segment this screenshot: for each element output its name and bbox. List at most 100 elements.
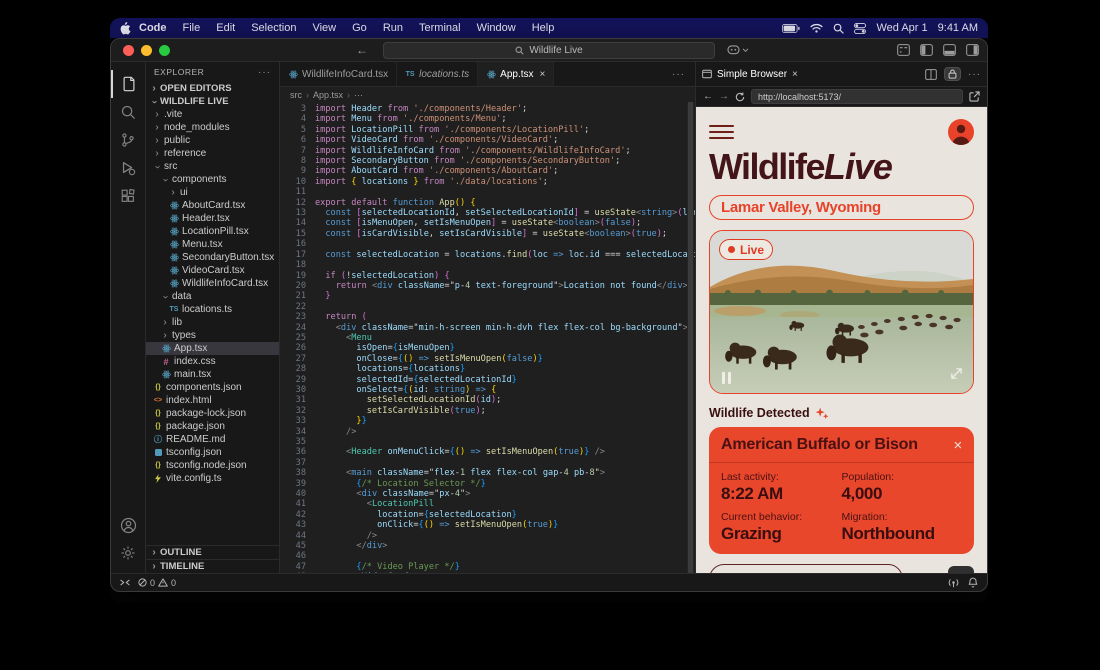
menu-item-edit[interactable]: Edit bbox=[208, 22, 243, 34]
menu-item-run[interactable]: Run bbox=[375, 22, 411, 34]
more-actions-icon[interactable]: ··· bbox=[968, 69, 981, 80]
tree-item-menu-tsx[interactable]: Menu.tsx bbox=[146, 238, 279, 251]
fullscreen-expand-button[interactable] bbox=[950, 367, 963, 385]
window-minimize-button[interactable] bbox=[141, 45, 152, 56]
run-debug-icon[interactable] bbox=[111, 154, 146, 182]
menu-item-code[interactable]: Code bbox=[131, 22, 175, 34]
browser-back-icon[interactable]: ← bbox=[703, 91, 713, 102]
tree-item-main-tsx[interactable]: main.tsx bbox=[146, 368, 279, 381]
code-line[interactable]: 30 onSelect={(id: string) => { bbox=[280, 385, 695, 395]
control-center-icon[interactable] bbox=[854, 23, 866, 34]
code-line[interactable]: 41 <LocationPill bbox=[280, 499, 695, 509]
tab-wildlifeinfocard-tsx[interactable]: WildlifeInfoCard.tsx bbox=[280, 62, 397, 86]
tree-item-locationpill-tsx[interactable]: LocationPill.tsx bbox=[146, 225, 279, 238]
code-line[interactable]: 36 <Header onMenuClick={() => setIsMenuO… bbox=[280, 447, 695, 457]
menu-item-file[interactable]: File bbox=[175, 22, 209, 34]
workspace-root-section[interactable]: › WILDLIFE LIVE bbox=[146, 95, 279, 108]
code-line[interactable]: 33 }} bbox=[280, 416, 695, 426]
code-line[interactable]: 18 bbox=[280, 260, 695, 270]
code-line[interactable]: 5import LocationPill from './components/… bbox=[280, 125, 695, 135]
code-line[interactable]: 35 bbox=[280, 437, 695, 447]
code-line[interactable]: 25 <Menu bbox=[280, 333, 695, 343]
location-pill-button[interactable]: Lamar Valley, Wyoming bbox=[709, 195, 974, 220]
tree-item-package-json[interactable]: {}package.json bbox=[146, 420, 279, 433]
code-line[interactable]: 17 const selectedLocation = locations.fi… bbox=[280, 250, 695, 260]
account-icon[interactable] bbox=[111, 511, 146, 539]
code-line[interactable]: 43 onClick={() => setIsMenuOpen(true)} bbox=[280, 520, 695, 530]
code-line[interactable]: 46 bbox=[280, 551, 695, 561]
menu-item-view[interactable]: View bbox=[304, 22, 344, 34]
remote-indicator[interactable] bbox=[120, 578, 130, 587]
tab-locations-ts[interactable]: TSlocations.ts bbox=[397, 62, 478, 86]
code-line[interactable]: 44 /> bbox=[280, 531, 695, 541]
code-line[interactable]: 23 return ( bbox=[280, 312, 695, 322]
source-control-icon[interactable] bbox=[111, 126, 146, 154]
tree-item-secondarybutton-tsx[interactable]: SecondaryButton.tsx bbox=[146, 251, 279, 264]
floating-widget-button[interactable] bbox=[948, 566, 974, 573]
battery-icon[interactable] bbox=[782, 24, 800, 33]
code-line[interactable]: 3import Header from './components/Header… bbox=[280, 104, 695, 114]
menu-time[interactable]: 9:41 AM bbox=[938, 22, 978, 34]
code-line[interactable]: 16 bbox=[280, 239, 695, 249]
breadcrumb-item-src[interactable]: src bbox=[290, 90, 302, 100]
code-line[interactable]: 4import Menu from './components/Menu'; bbox=[280, 114, 695, 124]
code-line[interactable]: 19 if (!selectedLocation) { bbox=[280, 271, 695, 281]
code-line[interactable]: 45 </div> bbox=[280, 541, 695, 551]
code-line[interactable]: 24 <div className="min-h-screen min-h-dv… bbox=[280, 323, 695, 333]
close-icon[interactable]: × bbox=[953, 437, 962, 454]
code-line[interactable]: 9import AboutCard from './components/Abo… bbox=[280, 166, 695, 176]
code-editor[interactable]: 3import Header from './components/Header… bbox=[280, 102, 695, 573]
split-editor-icon[interactable] bbox=[925, 69, 937, 80]
tree-item-src[interactable]: ›src bbox=[146, 160, 279, 173]
tree-item-wildlifeinfocard-tsx[interactable]: WildlifeInfoCard.tsx bbox=[146, 277, 279, 290]
open-external-icon[interactable] bbox=[969, 91, 980, 102]
timeline-section[interactable]: › TIMELINE bbox=[146, 559, 279, 573]
editor-scrollbar[interactable] bbox=[687, 102, 694, 573]
tree-item-types[interactable]: ›types bbox=[146, 329, 279, 342]
code-line[interactable]: 21 } bbox=[280, 291, 695, 301]
code-line[interactable]: 26 isOpen={isMenuOpen} bbox=[280, 343, 695, 353]
explorer-more-actions-icon[interactable]: ··· bbox=[258, 67, 271, 78]
tree-item-vite[interactable]: ›.vite bbox=[146, 108, 279, 121]
tree-item-components-json[interactable]: {}components.json bbox=[146, 381, 279, 394]
tree-item-readme-md[interactable]: ⓘREADME.md bbox=[146, 433, 279, 446]
copilot-button[interactable] bbox=[727, 45, 749, 56]
menu-item-help[interactable]: Help bbox=[524, 22, 563, 34]
tree-item-app-tsx[interactable]: App.tsx bbox=[146, 342, 279, 355]
close-icon[interactable]: × bbox=[540, 69, 546, 80]
toggle-primary-sidebar-icon[interactable] bbox=[920, 44, 933, 56]
tree-item-aboutcard-tsx[interactable]: AboutCard.tsx bbox=[146, 199, 279, 212]
code-line[interactable]: 34 /> bbox=[280, 427, 695, 437]
customize-layout-icon[interactable] bbox=[897, 44, 910, 56]
code-line[interactable]: 7import WildlifeInfoCard from './compone… bbox=[280, 146, 695, 156]
tree-item-lib[interactable]: ›lib bbox=[146, 316, 279, 329]
tab-simple-browser[interactable]: Simple Browser × bbox=[702, 69, 798, 80]
toggle-secondary-sidebar-icon[interactable] bbox=[966, 44, 979, 56]
menu-date[interactable]: Wed Apr 1 bbox=[876, 22, 927, 34]
ports-icon[interactable] bbox=[948, 578, 959, 588]
browser-forward-icon[interactable]: → bbox=[719, 91, 729, 102]
search-view-icon[interactable] bbox=[111, 98, 146, 126]
code-line[interactable]: 32 setIsCardVisible(true); bbox=[280, 406, 695, 416]
code-line[interactable]: 12export default function App() { bbox=[280, 198, 695, 208]
explorer-view-icon[interactable] bbox=[111, 70, 146, 98]
code-line[interactable]: 28 locations={locations} bbox=[280, 364, 695, 374]
code-line[interactable]: 22 bbox=[280, 302, 695, 312]
tree-item-data[interactable]: ›data bbox=[146, 290, 279, 303]
tree-item-vite-config-ts[interactable]: vite.config.ts bbox=[146, 472, 279, 485]
tree-item-package-lock-json[interactable]: {}package-lock.json bbox=[146, 407, 279, 420]
hamburger-menu-button[interactable] bbox=[709, 125, 734, 140]
code-line[interactable]: 8import SecondaryButton from './componen… bbox=[280, 156, 695, 166]
code-line[interactable]: 29 selectedId={selectedLocationId} bbox=[280, 375, 695, 385]
tree-item-components[interactable]: ›components bbox=[146, 173, 279, 186]
apple-menu-icon[interactable] bbox=[120, 22, 131, 35]
tree-item-reference[interactable]: ›reference bbox=[146, 147, 279, 160]
code-line[interactable]: 40 <div className="px-4"> bbox=[280, 489, 695, 499]
tree-item-videocard-tsx[interactable]: VideoCard.tsx bbox=[146, 264, 279, 277]
code-line[interactable]: 38 <main className="flex-1 flex flex-col… bbox=[280, 468, 695, 478]
code-line[interactable]: 6import VideoCard from './components/Vid… bbox=[280, 135, 695, 145]
breadcrumb-item-app-tsx[interactable]: App.tsx bbox=[313, 90, 343, 100]
settings-gear-icon[interactable] bbox=[111, 539, 146, 567]
avatar[interactable] bbox=[948, 119, 974, 145]
outline-section[interactable]: › OUTLINE bbox=[146, 545, 279, 559]
